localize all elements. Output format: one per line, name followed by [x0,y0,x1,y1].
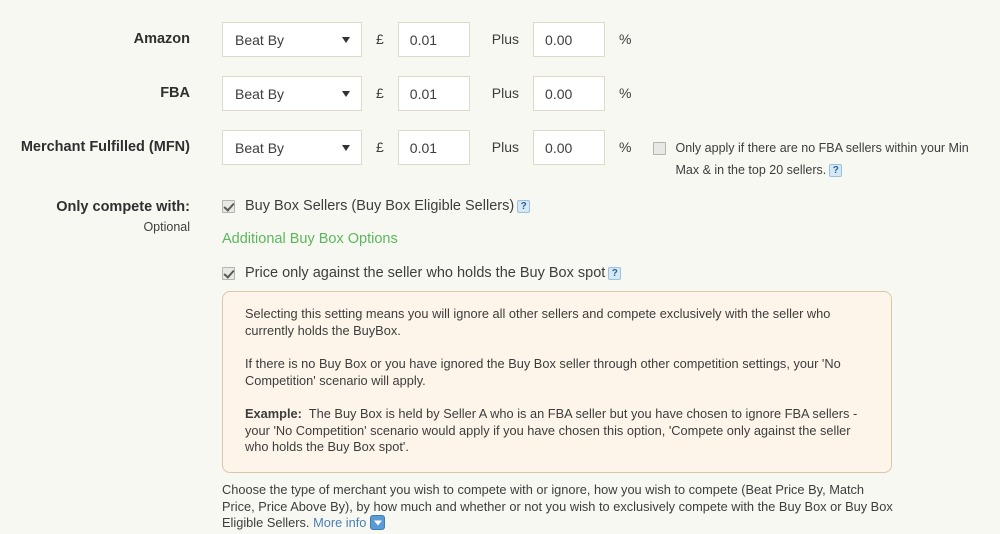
amazon-compete-mode-value: Beat By [235,31,285,48]
fba-percent-input[interactable] [533,76,606,111]
help-icon[interactable]: ? [829,164,843,178]
pricing-rules-form: Amazon Beat By £ Plus % FBA Beat By £ Pl… [0,0,1000,534]
footer-description: Choose the type of merchant you wish to … [222,482,898,532]
more-info-link[interactable]: More info [313,515,366,530]
row-controls-fba: Beat By £ Plus % [222,76,631,111]
row-mfn: Merchant Fulfilled (MFN) Beat By £ Plus … [0,130,1000,181]
chevron-down-icon[interactable] [370,515,386,530]
only-compete-with-optional: Optional [143,220,190,234]
additional-buy-box-options-link[interactable]: Additional Buy Box Options [222,231,398,247]
fba-compete-mode-value: Beat By [235,85,285,102]
amazon-percent-symbol: % [619,31,632,47]
mfn-currency-symbol: £ [376,139,384,155]
price-only-buy-box-label: Price only against the seller who holds … [245,265,606,281]
amazon-currency-symbol: £ [376,31,384,47]
mfn-no-fba-sellers-label-line2: Max & in the top 20 sellers. [675,163,827,177]
row-fba: FBA Beat By £ Plus % [0,76,1000,111]
price-only-buy-box-checkbox[interactable] [222,266,235,280]
row-controls-amazon: Beat By £ Plus % [222,22,631,57]
info-paragraph-2: If there is no Buy Box or you have ignor… [245,356,841,388]
buy-box-sellers-checkbox[interactable] [222,199,235,213]
fba-currency-symbol: £ [376,85,384,101]
row-label-fba: FBA [160,85,190,101]
row-controls-mfn: Beat By £ Plus % Only apply if there are… [222,130,993,181]
info-example-label: Example: [245,406,302,421]
mfn-compete-mode-select[interactable]: Beat By [222,130,362,165]
info-example-text: The Buy Box is held by Seller A who is a… [245,406,858,454]
mfn-percent-symbol: % [619,139,632,155]
amazon-compete-mode-select[interactable]: Beat By [222,22,362,57]
mfn-no-fba-sellers-label: Only apply if there are no FBA sellers w… [675,141,969,155]
help-icon[interactable]: ? [608,266,622,280]
only-compete-with-label-group: Only compete with: Optional [0,198,190,236]
info-paragraph-example: Example: The Buy Box is held by Seller A… [245,406,869,456]
mfn-percent-input[interactable] [533,130,606,165]
mfn-no-fba-sellers-checkbox[interactable] [653,141,667,155]
fba-plus-label: Plus [491,85,520,101]
row-only-compete-with: Only compete with: Optional Buy Box Sell… [0,198,1000,281]
chevron-down-icon [342,90,350,97]
chevron-down-icon [342,144,350,151]
mfn-plus-label: Plus [491,139,520,155]
additional-buy-box-options-wrap: Additional Buy Box Options [222,230,398,248]
row-label-mfn: Merchant Fulfilled (MFN) [20,139,190,155]
fba-compete-mode-select[interactable]: Beat By [222,76,362,111]
info-paragraph-1: Selecting this setting means you will ig… [245,306,831,338]
buy-box-sellers-label: Buy Box Sellers (Buy Box Eligible Seller… [245,198,515,214]
help-icon[interactable]: ? [517,199,531,213]
mfn-compete-mode-value: Beat By [235,139,285,156]
amazon-amount-input[interactable] [397,22,470,57]
only-compete-with-label: Only compete with: [56,199,190,215]
mfn-condition-note: Only apply if there are no FBA sellers w… [653,130,993,181]
row-amazon: Amazon Beat By £ Plus % [0,22,1000,57]
mfn-amount-input[interactable] [397,130,470,165]
amazon-plus-label: Plus [491,31,520,47]
price-only-buy-box-option[interactable]: Price only against the seller who holds … [222,265,622,281]
amazon-percent-input[interactable] [533,22,606,57]
fba-amount-input[interactable] [397,76,470,111]
chevron-down-icon [342,36,350,43]
row-label-amazon: Amazon [133,31,190,47]
only-compete-with-options: Buy Box Sellers (Buy Box Eligible Seller… [222,198,622,281]
buy-box-sellers-option[interactable]: Buy Box Sellers (Buy Box Eligible Seller… [222,198,531,214]
buy-box-info-panel: Selecting this setting means you will ig… [222,291,892,473]
fba-percent-symbol: % [619,85,632,101]
